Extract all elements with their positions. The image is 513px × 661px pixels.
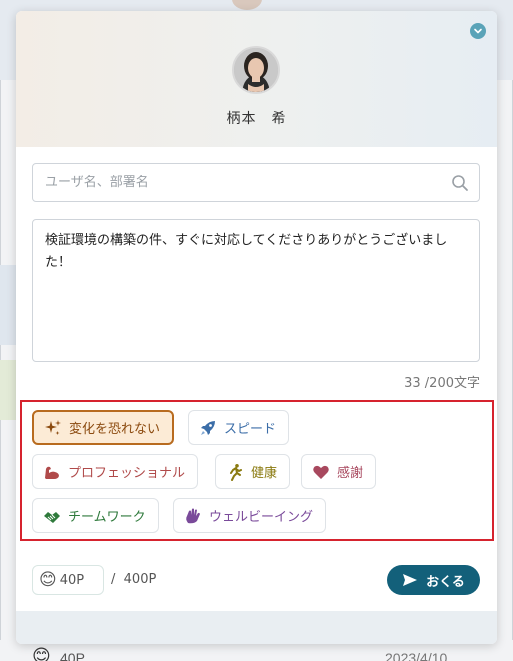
- points-max: / 400P: [111, 572, 156, 587]
- tag-speed[interactable]: スピード: [188, 410, 290, 445]
- sparkle-icon: [45, 419, 61, 435]
- points-value: 40P: [59, 572, 85, 588]
- points-separator: /: [111, 572, 116, 587]
- tag-change[interactable]: 変化を恐れない: [32, 410, 175, 445]
- background-row-points: 40P: [60, 650, 85, 661]
- tag-label: チームワーク: [68, 510, 146, 525]
- tag-gratitude[interactable]: 感謝: [301, 454, 377, 489]
- send-icon: [403, 574, 418, 586]
- modal-footer: [16, 611, 497, 644]
- character-count: 33 /200文字: [404, 376, 480, 391]
- tag-teamwork[interactable]: チームワーク: [32, 498, 159, 533]
- background-card-edge-2: [0, 360, 16, 420]
- rocket-icon: [201, 420, 215, 435]
- tag-label: 健康: [251, 466, 278, 481]
- recipient-avatar: [232, 46, 280, 94]
- user-search-input[interactable]: [45, 175, 445, 190]
- background-row-emoji: 😊: [32, 646, 51, 661]
- tag-label: 感謝: [337, 466, 364, 481]
- muscle-arm-icon: [45, 466, 59, 479]
- send-points-modal: 柄本 希 検証環境の構築の件、すぐに対応してくださりありがとうございました！ 3…: [16, 11, 497, 644]
- chevron-down-icon: [474, 28, 482, 34]
- handshake-icon: [44, 511, 60, 523]
- person-photo-icon: [234, 48, 278, 92]
- smile-emoji-icon: 😊: [39, 569, 57, 590]
- send-button-label: おくる: [426, 574, 465, 590]
- send-button[interactable]: おくる: [387, 565, 480, 595]
- tag-health[interactable]: 健康: [215, 454, 291, 489]
- tag-label: スピード: [224, 422, 277, 437]
- tag-professional[interactable]: プロフェッショナル: [32, 454, 199, 489]
- tag-label: プロフェッショナル: [68, 466, 186, 481]
- tag-wellbeing[interactable]: ウェルビーイング: [173, 498, 327, 533]
- search-icon[interactable]: [451, 174, 469, 192]
- value-tags-area: 変化を恐れない スピード プロフェッショナル 健康 感謝 チームワーク ウェルビ…: [20, 400, 494, 541]
- tag-label: ウェルビーイング: [209, 510, 314, 525]
- message-textarea[interactable]: 検証環境の構築の件、すぐに対応してくださりありがとうございました！: [32, 219, 480, 362]
- heart-icon: [313, 465, 329, 479]
- background-card-edge: [0, 265, 16, 345]
- runner-icon: [230, 463, 242, 481]
- user-search-box[interactable]: [32, 163, 480, 202]
- points-max-value: 400P: [123, 572, 157, 587]
- recipient-name: 柄本 希: [226, 111, 287, 127]
- collapse-button[interactable]: [470, 23, 486, 39]
- points-selector[interactable]: 😊 40P: [32, 565, 104, 595]
- wave-hand-icon: [186, 508, 200, 523]
- background-row-date: 2023/4/10: [385, 650, 448, 661]
- tag-label: 変化を恐れない: [69, 422, 161, 437]
